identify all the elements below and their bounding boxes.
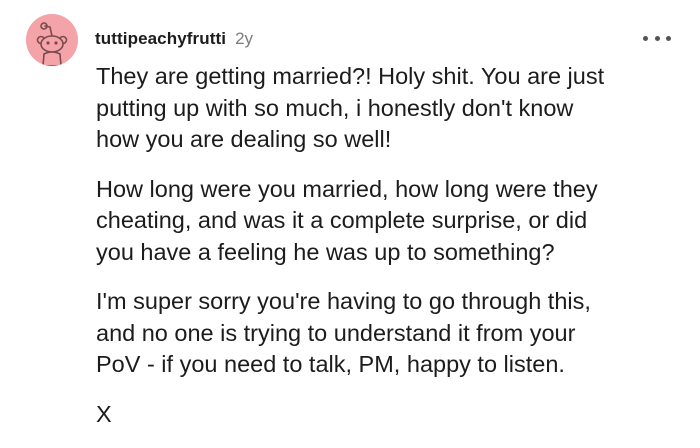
- comment: tuttipeachyfrutti 2y They are getting ma…: [0, 0, 700, 435]
- comment-age: 2y: [235, 29, 254, 48]
- more-horizontal-icon: [643, 35, 648, 41]
- comment-paragraph: They are getting married?! Holy shit. Yo…: [96, 61, 676, 156]
- comment-line: I'm super sorry you're having to go thro…: [96, 288, 591, 314]
- comment-line: They are getting married?! Holy shit. Yo…: [96, 63, 605, 89]
- comment-line: X: [96, 400, 112, 427]
- comment-line: how you are dealing so well!: [96, 126, 392, 152]
- comment-paragraph: How long were you married, how long were…: [96, 174, 676, 269]
- comment-line: putting up with so much, i honestly don'…: [96, 94, 574, 121]
- comment-line: cheating, and was it a complete surprise…: [96, 207, 588, 233]
- username-link[interactable]: tuttipeachyfrutti: [95, 29, 226, 49]
- more-dot: [654, 35, 660, 41]
- avatar[interactable]: [26, 14, 78, 66]
- more-dot: [666, 35, 671, 41]
- comment-line: and no one is trying to understand it fr…: [96, 319, 576, 346]
- comment-line: you have a feeling he was up to somethin…: [96, 238, 555, 265]
- comment-header: tuttipeachyfrutti 2y: [95, 29, 253, 51]
- comment-paragraph: I'm super sorry you're having to go thro…: [96, 286, 676, 381]
- comment-line: How long were you married, how long were…: [96, 175, 598, 202]
- more-options-button[interactable]: [643, 30, 671, 46]
- comment-line: PoV - if you need to talk, PM, happy to …: [96, 351, 565, 377]
- comment-body: They are getting married?! Holy shit. Yo…: [96, 61, 676, 448]
- comment-paragraph: X: [96, 399, 676, 431]
- snoo-avatar-icon: [26, 14, 78, 66]
